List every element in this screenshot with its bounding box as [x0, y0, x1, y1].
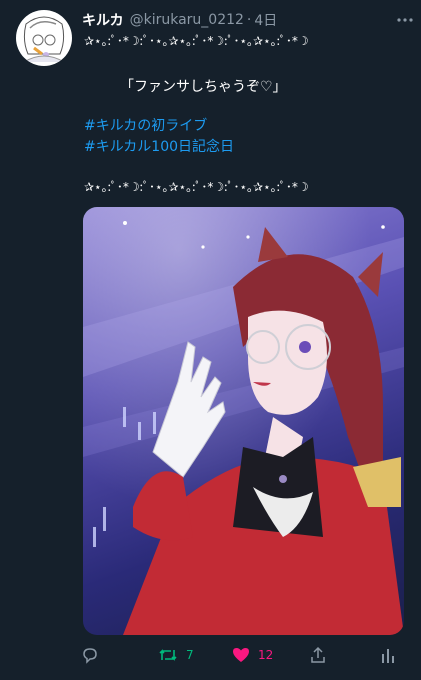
- separator-dot: ·: [246, 12, 252, 28]
- reply-icon: [83, 648, 97, 664]
- analytics-button[interactable]: [381, 644, 395, 666]
- retweet-count: 7: [186, 648, 194, 662]
- avatar[interactable]: [16, 10, 72, 66]
- share-icon: [311, 646, 325, 663]
- reply-button[interactable]: [81, 644, 99, 666]
- timestamp[interactable]: 4日: [254, 10, 277, 30]
- tweet-quote: 「ファンサしちゃうぞ♡」: [120, 79, 287, 95]
- hashtag-link[interactable]: #キルカル100日記念日: [84, 136, 234, 156]
- heart-icon: [233, 648, 249, 662]
- like-button[interactable]: 12: [232, 644, 273, 666]
- tweet-action-bar: 7 12: [0, 640, 421, 670]
- hashtag-link[interactable]: #キルカの初ライブ: [84, 115, 207, 135]
- retweet-button[interactable]: 7: [158, 644, 194, 666]
- retweet-icon: [159, 649, 177, 661]
- display-name[interactable]: キルカ: [82, 10, 124, 30]
- decor-line-bottom: ✰⋆｡:ﾟ･*☽:ﾟ･⋆｡✰⋆｡:ﾟ･*☽:ﾟ･⋆｡✰⋆｡:ﾟ･*☽: [84, 180, 309, 194]
- analytics-icon: [382, 649, 394, 663]
- share-button[interactable]: [309, 644, 327, 666]
- like-count: 12: [258, 648, 274, 662]
- more-options-icon[interactable]: [396, 12, 414, 28]
- tweet-header: キルカ @kirukaru_0212 · 4日: [82, 10, 277, 30]
- decor-line-top: ✰⋆｡:ﾟ･*☽:ﾟ･⋆｡✰⋆｡:ﾟ･*☽:ﾟ･⋆｡✰⋆｡:ﾟ･*☽: [84, 34, 309, 48]
- user-handle[interactable]: @kirukaru_0212: [130, 12, 244, 28]
- tweet-media-image[interactable]: [83, 207, 404, 635]
